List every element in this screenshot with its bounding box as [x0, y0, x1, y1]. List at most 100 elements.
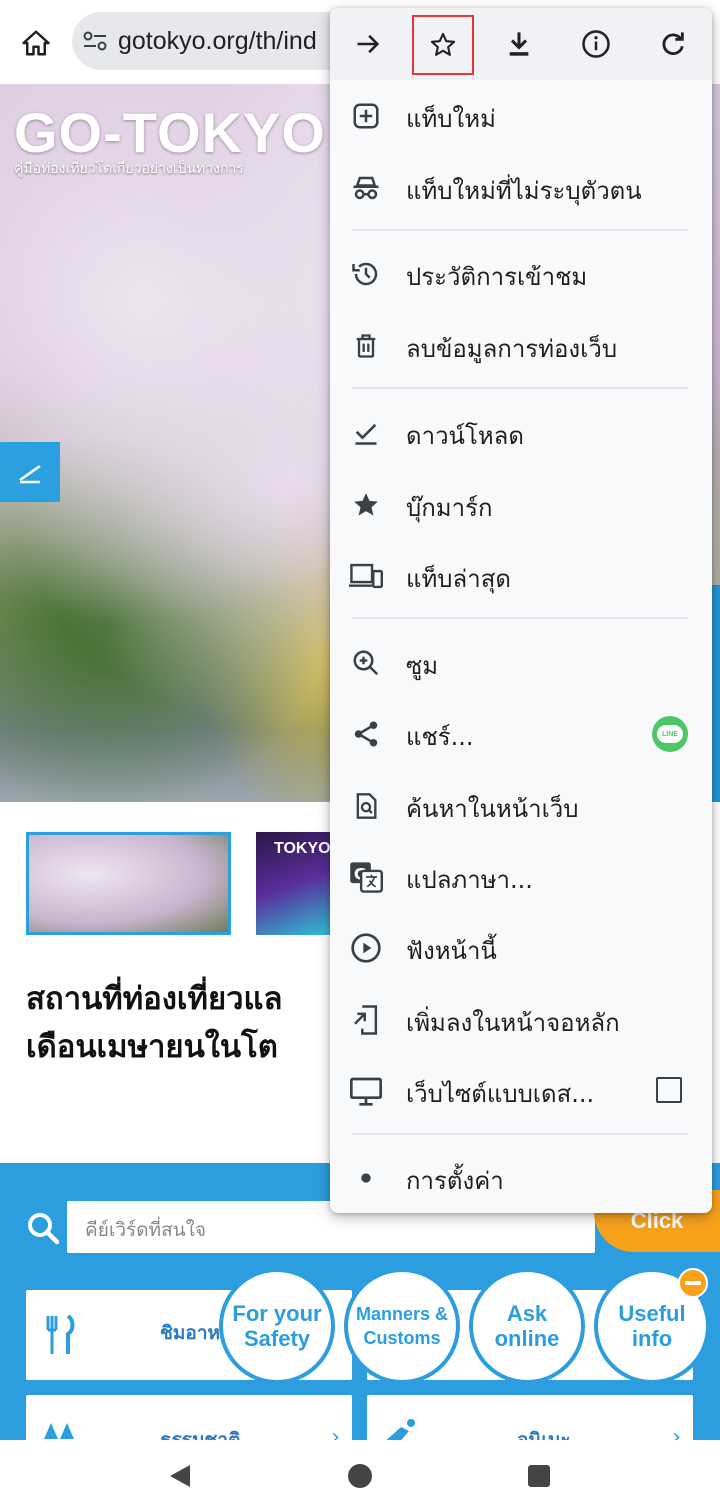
url-text: gotokyo.org/th/ind — [118, 27, 317, 55]
menu-item-settings[interactable]: การตั้งค่า — [330, 1146, 712, 1210]
menu-item-desktop-site[interactable]: เว็บไซต์แบบเดส... — [330, 1059, 712, 1123]
address-bar[interactable]: gotokyo.org/th/ind — [72, 12, 372, 70]
headline-line-2: เดือนเมษายนในโต — [26, 1029, 278, 1065]
minus-icon — [685, 1281, 701, 1285]
menu-item-incognito-tab[interactable]: แท็บใหม่ที่ไม่ระบุตัวตน — [330, 156, 712, 220]
ask-online-button[interactable]: Ask online — [469, 1268, 585, 1384]
add-to-home-icon — [348, 1002, 384, 1038]
site-logo[interactable]: GO-TOKYO — [14, 100, 326, 165]
menu-item-bookmarks[interactable]: บุ๊กมาร์ก — [330, 473, 712, 537]
menu-item-label: เว็บไซต์แบบเดส... — [406, 1080, 595, 1108]
menu-item-find-in-page[interactable]: ค้นหาในหน้าเว็บ — [330, 774, 712, 838]
menu-item-label: แท็บล่าสุด — [406, 565, 511, 593]
recents-button[interactable] — [517, 1454, 561, 1498]
screen: gotokyo.org/th/ind GO-TOKYO คู่มือท่องเท… — [0, 0, 720, 1511]
search-icon[interactable] — [26, 1211, 60, 1245]
new-tab-icon — [348, 98, 384, 134]
home-circle-icon — [348, 1464, 372, 1488]
menu-divider — [352, 229, 688, 231]
info-icon — [582, 30, 610, 58]
menu-item-zoom[interactable]: ซูม — [330, 631, 712, 695]
menu-item-label: แท็บใหม่ — [406, 105, 496, 133]
pencil-icon — [19, 464, 41, 484]
thumbnail-label: TOKYO — [274, 840, 331, 857]
circle-label-line-2: Customs — [363, 1328, 441, 1348]
menu-item-add-to-home-screen[interactable]: เพิ่มลงในหน้าจอหลัก — [330, 988, 712, 1052]
menu-item-label: ค้นหาในหน้าเว็บ — [406, 795, 579, 823]
menu-item-label: การตั้งค่า — [406, 1167, 504, 1195]
circle-label-line-1: Ask — [506, 1301, 548, 1326]
circle-label-line-2: info — [631, 1326, 673, 1351]
home-nav-button[interactable] — [338, 1454, 382, 1498]
history-icon — [348, 256, 384, 292]
menu-divider — [352, 1133, 688, 1135]
headline-line-1: สถานที่ท่องเที่ยวแล — [26, 981, 283, 1017]
download-page-button[interactable] — [495, 20, 543, 68]
menu-item-label: ฟังหน้านี้ — [406, 937, 497, 965]
translate-icon: G — [348, 859, 384, 895]
fork-knife-icon — [46, 1314, 75, 1354]
circle-label-line-2: Safety — [243, 1326, 311, 1351]
menu-item-label: เพิ่มลงในหน้าจอหลัก — [406, 1009, 620, 1037]
line-share-shortcut[interactable]: LINE — [652, 716, 688, 752]
back-triangle-icon — [170, 1465, 190, 1487]
site-tagline: คู่มือท่องเที่ยวโตเกียวอย่างเป็นทางการ — [14, 161, 244, 177]
bookmark-this-page-button[interactable] — [412, 15, 474, 75]
share-icon — [348, 716, 384, 752]
menu-item-translate[interactable]: G แปลภาษา... — [330, 845, 712, 909]
star-filled-icon — [348, 487, 384, 523]
menu-divider — [352, 617, 688, 619]
circle-label-line-2: online — [494, 1326, 560, 1351]
trash-icon — [348, 328, 384, 364]
menu-item-history[interactable]: ประวัติการเข้าชม — [330, 242, 712, 306]
thumbnail-tokyo[interactable]: TOKYO — [256, 832, 336, 935]
refresh-button[interactable] — [649, 20, 697, 68]
back-button[interactable] — [158, 1454, 202, 1498]
find-in-page-icon — [348, 788, 384, 824]
refresh-icon — [662, 32, 684, 55]
collapse-circles-button[interactable] — [678, 1268, 708, 1298]
play-circle-icon — [348, 930, 384, 966]
recents-square-icon — [528, 1465, 550, 1487]
menu-item-label: บุ๊กมาร์ก — [406, 494, 493, 522]
menu-item-listen-to-page[interactable]: ฟังหน้านี้ — [330, 916, 712, 980]
edit-tab[interactable] — [0, 442, 60, 502]
star-outline-icon — [430, 32, 456, 56]
menu-item-label: แปลภาษา... — [406, 866, 533, 894]
incognito-icon — [348, 170, 384, 206]
page-info-button[interactable] — [572, 20, 620, 68]
menu-item-label: ประวัติการเข้าชม — [406, 263, 588, 291]
manners-customs-button[interactable]: Manners & Customs — [344, 1268, 460, 1384]
article-headline[interactable]: สถานที่ท่องเที่ยวแล เดือนเมษายนในโต — [26, 975, 346, 1071]
circle-label-line-1: For your — [232, 1301, 322, 1326]
devices-icon — [348, 558, 384, 594]
download-check-icon — [348, 415, 384, 451]
menu-item-label: แชร์... — [406, 723, 474, 751]
search-placeholder: คีย์เวิร์ดที่สนใจ — [85, 1219, 207, 1241]
system-navigation-bar — [0, 1440, 720, 1511]
forward-icon — [357, 34, 380, 54]
home-button[interactable] — [14, 22, 58, 64]
desktop-icon — [348, 1073, 384, 1109]
menu-item-label: แท็บใหม่ที่ไม่ระบุตัวตน — [406, 177, 642, 205]
menu-item-label: ซูม — [406, 652, 439, 680]
circle-label-line-1: Manners & — [355, 1304, 449, 1324]
for-your-safety-button[interactable]: For your Safety — [219, 1268, 335, 1384]
line-logo-icon: LINE — [657, 725, 683, 743]
home-icon — [22, 30, 50, 56]
forward-button[interactable] — [344, 20, 392, 68]
download-icon — [509, 32, 529, 56]
browser-overflow-menu: แท็บใหม่ แท็บใหม่ที่ไม่ระบุตัวตน ประวัติ… — [330, 8, 712, 1213]
thumbnail-cherry-blossom[interactable] — [26, 832, 231, 935]
menu-item-clear-browsing-data[interactable]: ลบข้อมูลการท่องเว็บ — [330, 314, 712, 378]
desktop-site-checkbox[interactable] — [656, 1077, 682, 1103]
menu-item-share[interactable]: แชร์... LINE — [330, 702, 712, 766]
menu-item-recent-tabs[interactable]: แท็บล่าสุด — [330, 544, 712, 608]
menu-action-toolbar — [330, 8, 712, 80]
menu-divider — [352, 387, 688, 389]
circle-label-line-1: Useful — [618, 1301, 686, 1326]
menu-item-new-tab[interactable]: แท็บใหม่ — [330, 84, 712, 148]
menu-item-downloads[interactable]: ดาวน์โหลด — [330, 401, 712, 465]
site-settings-icon[interactable] — [82, 30, 108, 52]
zoom-icon — [348, 645, 384, 681]
